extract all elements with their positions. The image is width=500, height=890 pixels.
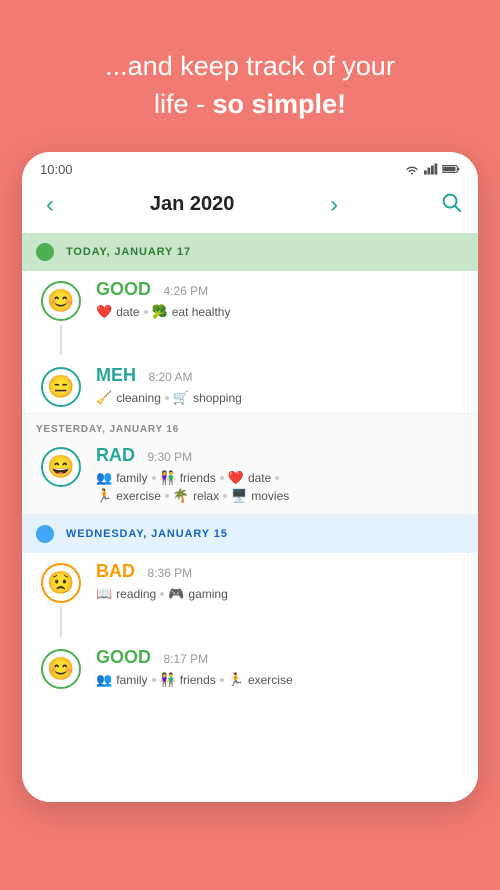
- calendar-header: ‹ Jan 2020 ›: [22, 183, 478, 233]
- tag-sep6: [165, 494, 169, 498]
- tag-sep4: [220, 476, 224, 480]
- tag-label-exercise2: exercise: [248, 673, 293, 687]
- wednesday-day-header: WEDNESDAY, JANUARY 15: [22, 515, 478, 553]
- tag-label-date-rad: date: [248, 471, 271, 485]
- tag-icon-exercise2: 🏃: [228, 672, 244, 688]
- today-day-header: TODAY, JANUARY 17: [22, 233, 478, 271]
- tag-label-movies: movies: [251, 489, 289, 503]
- calendar-month-title: Jan 2020: [150, 193, 235, 216]
- tag-icon-eathealth: 🥦: [152, 304, 168, 320]
- tag-label-reading: reading: [116, 587, 156, 601]
- tag-sep5: [275, 476, 279, 480]
- wifi-icon: [404, 163, 420, 175]
- yesterday-header-label: YESTERDAY, JANUARY 16: [22, 414, 478, 439]
- calendar-search-button[interactable]: [440, 191, 462, 219]
- tag-icon-movies: 🖥️: [231, 488, 247, 504]
- header-line1: ...and keep track of your: [40, 48, 460, 86]
- tag-label-cleaning: cleaning: [116, 391, 161, 405]
- header-line2: life - so simple!: [40, 86, 460, 124]
- face-bad-jan15: 😟: [41, 563, 81, 603]
- tag-label-friends2: friends: [180, 673, 216, 687]
- phone-container: 10:00 ‹ Jan 2020: [22, 152, 478, 802]
- tag-icon-family2: 👥: [96, 672, 112, 688]
- connector-bad: [60, 607, 62, 637]
- time-bad: 8:36 PM: [147, 566, 192, 580]
- calendar-prev-button[interactable]: ‹: [38, 187, 62, 223]
- tag-icon-gaming: 🎮: [168, 586, 184, 602]
- battery-icon: [442, 163, 460, 175]
- mood-label-bad: BAD: [96, 561, 135, 581]
- tag-icon-cleaning: 🧹: [96, 390, 112, 406]
- tag-label-eathealth: eat healthy: [172, 305, 231, 319]
- header-section: ...and keep track of your life - so simp…: [0, 0, 500, 152]
- entry-good-jan17: 😊 GOOD 4:26 PM ❤️ date 🥦 eat healthy: [22, 271, 478, 413]
- tag-label-exercise: exercise: [116, 489, 161, 503]
- tag-label-shopping: shopping: [193, 391, 242, 405]
- wednesday-label: WEDNESDAY, JANUARY 15: [66, 528, 228, 540]
- tag-sep2: [165, 396, 169, 400]
- tag-sep7: [223, 494, 227, 498]
- tag-icon-friends2: 👫: [160, 672, 176, 688]
- tag-sep9: [152, 678, 156, 682]
- time-rad: 9:30 PM: [147, 450, 192, 464]
- yesterday-section: YESTERDAY, JANUARY 16 😄 RAD 9:30 PM 👥 fa…: [22, 413, 478, 515]
- scroll-area[interactable]: TODAY, JANUARY 17 😊 GOOD 4:26 PM ❤️ date…: [22, 233, 478, 802]
- tag-label-friends: friends: [180, 471, 216, 485]
- wednesday-dot: [36, 525, 54, 543]
- face-meh-jan17: 😑: [41, 367, 81, 407]
- tag-icon-exercise: 🏃: [96, 488, 112, 504]
- mood-label-meh-jan17: MEH: [96, 365, 136, 385]
- tag-icon-relax: 🌴: [173, 488, 189, 504]
- tag-sep3: [152, 476, 156, 480]
- status-time: 10:00: [40, 162, 73, 177]
- face-good-jan15: 😊: [41, 649, 81, 689]
- tag-label-family2: family: [116, 673, 147, 687]
- time-good-jan17: 4:26 PM: [163, 284, 208, 298]
- tag-label-family: family: [116, 471, 147, 485]
- tag-label-relax: relax: [193, 489, 219, 503]
- tag-label-date: date: [116, 305, 139, 319]
- calendar-next-button[interactable]: ›: [322, 187, 346, 223]
- tag-label-gaming: gaming: [188, 587, 227, 601]
- tag-icon-family: 👥: [96, 470, 112, 486]
- today-dot: [36, 243, 54, 261]
- face-rad-jan16: 😄: [41, 447, 81, 487]
- mood-label-good-jan15: GOOD: [96, 647, 151, 667]
- tag-icon-reading: 📖: [96, 586, 112, 602]
- status-bar: 10:00: [22, 152, 478, 183]
- connector-good: [60, 325, 62, 355]
- tag-icon-date-rad: ❤️: [228, 470, 244, 486]
- tag-sep8: [160, 592, 164, 596]
- tag-sep10: [220, 678, 224, 682]
- tag-separator: [144, 310, 148, 314]
- tag-icon: ❤️: [96, 304, 112, 320]
- time-good-jan15: 8:17 PM: [163, 652, 208, 666]
- time-meh-jan17: 8:20 AM: [148, 370, 192, 384]
- tag-icon-friends: 👫: [160, 470, 176, 486]
- face-good-jan17: 😊: [41, 281, 81, 321]
- tag-icon-shopping: 🛒: [173, 390, 189, 406]
- mood-label-rad: RAD: [96, 445, 135, 465]
- status-icons: [404, 163, 460, 175]
- entry-bad-jan15: 😟 BAD 8:36 PM 📖 reading 🎮 gaming: [22, 553, 478, 695]
- mood-label-good-jan17: GOOD: [96, 279, 151, 299]
- signal-icon: [424, 163, 438, 175]
- today-label: TODAY, JANUARY 17: [66, 246, 191, 258]
